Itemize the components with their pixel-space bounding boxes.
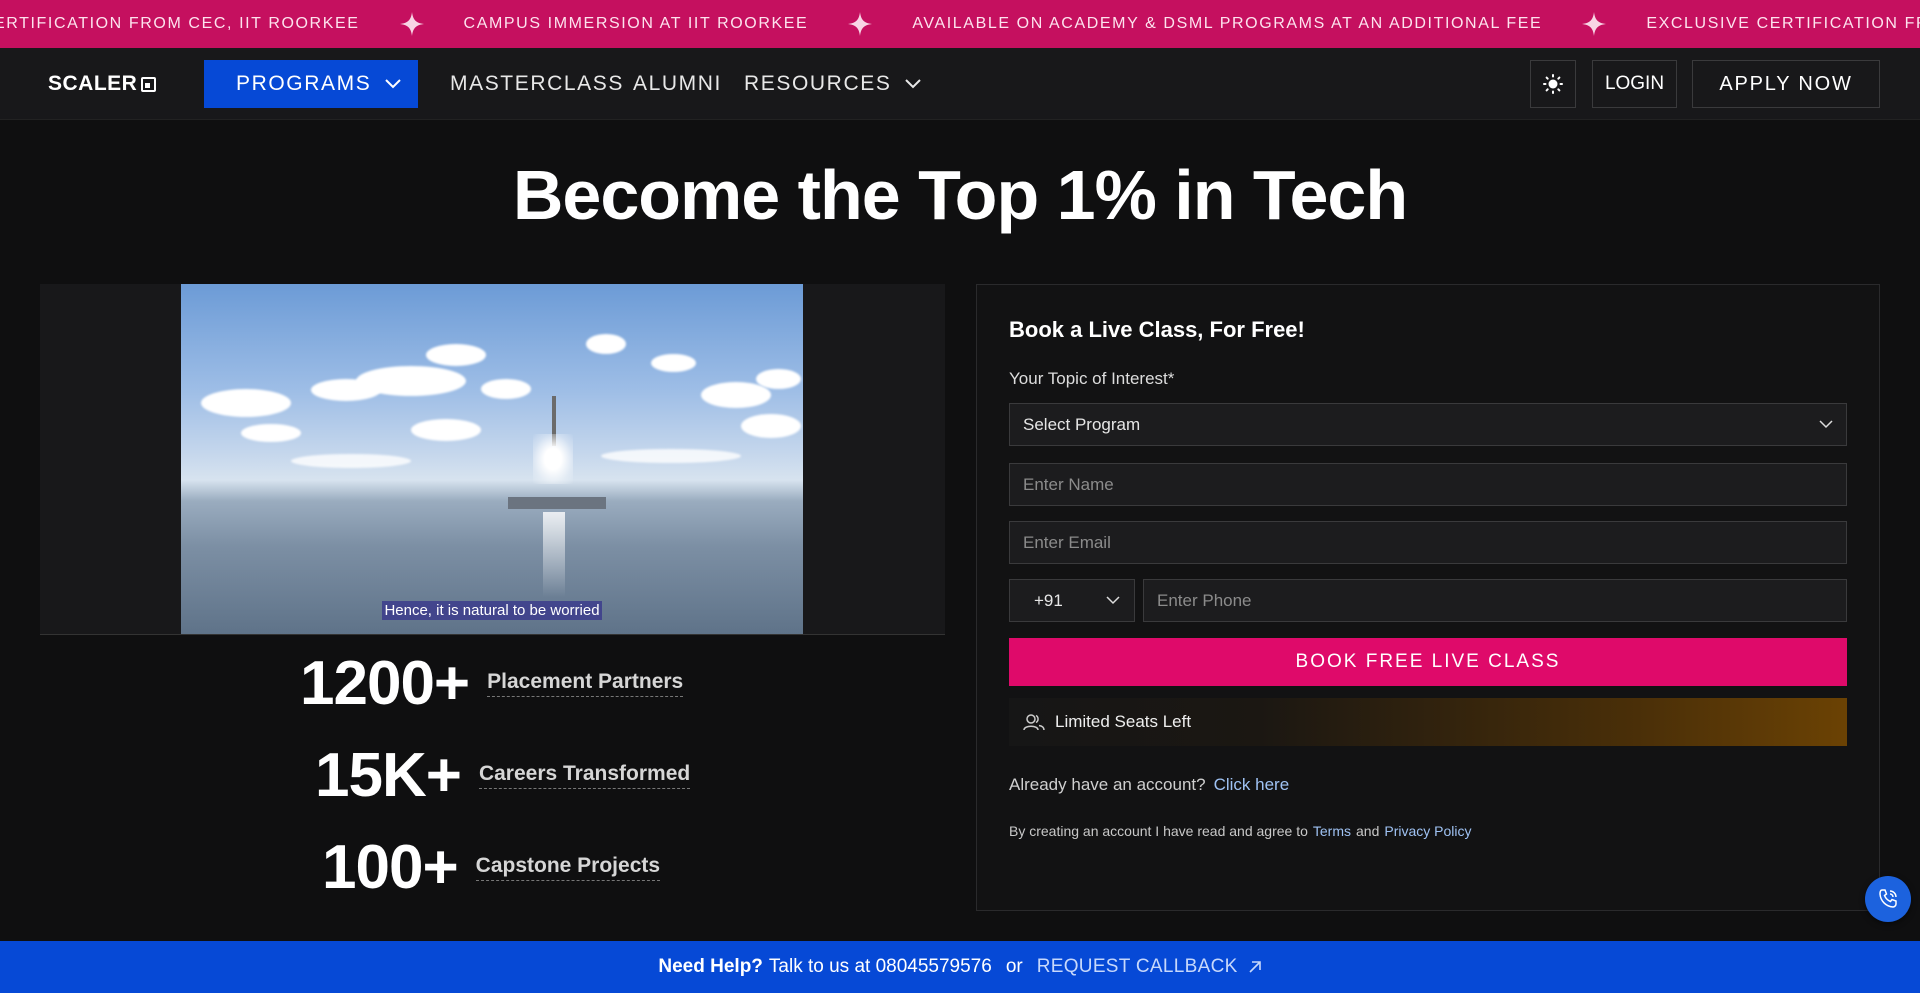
stat-placement-partners: 1200+ Placement Partners: [300, 648, 684, 719]
ticker-track: ERTIFICATION FROM CEC, IIT ROORKEE CAMPU…: [0, 0, 1920, 48]
logo-text: SCALER: [48, 72, 138, 95]
nav-link-alumni[interactable]: ALUMNI: [633, 72, 722, 96]
top-navbar: SCALER PROGRAMS MASTERCLASS ALUMNI RESOU…: [0, 48, 1920, 120]
chevron-down-icon: [1819, 420, 1833, 429]
stat-capstone-projects: 100+ Capstone Projects: [322, 832, 661, 903]
already-text: Already have an account?: [1009, 775, 1206, 794]
help-or: or: [1005, 956, 1023, 977]
cloud: [601, 449, 741, 463]
phone-placeholder: Enter Phone: [1157, 590, 1252, 610]
terms-and: and: [1356, 823, 1380, 839]
video-caption: Hence, it is natural to be worried: [181, 601, 803, 620]
seats-text: Limited Seats Left: [1055, 712, 1192, 731]
email-placeholder: Enter Email: [1023, 532, 1111, 552]
limited-seats-banner: Limited Seats Left: [1009, 698, 1847, 746]
cloud: [481, 379, 531, 399]
book-free-live-class-button[interactable]: BOOK FREE LIVE CLASS: [1009, 638, 1847, 686]
help-bar: Need Help? Talk to us at 08045579576 or …: [0, 941, 1920, 993]
phone-input[interactable]: Enter Phone: [1143, 579, 1847, 622]
ticker-item: ERTIFICATION FROM CEC, IIT ROORKEE: [0, 15, 360, 32]
stat-label[interactable]: Capstone Projects: [475, 854, 661, 881]
terms-notice: By creating an account I have read and a…: [1009, 823, 1472, 839]
cloud: [201, 389, 291, 417]
need-help-label: Need Help?: [658, 956, 763, 977]
cloud: [701, 382, 771, 408]
stat-value: 100+: [322, 833, 459, 902]
login-prompt: Already have an account? Click here: [1009, 775, 1289, 795]
form-title: Book a Live Class, For Free!: [1009, 317, 1305, 342]
stat-value: 1200+: [300, 649, 470, 718]
cloud: [756, 369, 801, 389]
privacy-policy-link[interactable]: Privacy Policy: [1384, 823, 1471, 839]
rocket-exhaust: [533, 434, 573, 484]
stat-label[interactable]: Careers Transformed: [478, 762, 691, 789]
barge-reflection: [543, 512, 565, 597]
book-class-form: Book a Live Class, For Free! Your Topic …: [976, 284, 1880, 911]
cloud: [426, 344, 486, 366]
cloud: [741, 414, 801, 438]
programs-label: PROGRAMS: [236, 72, 372, 95]
country-code-value: +91: [1034, 590, 1063, 610]
users-icon: [1023, 714, 1045, 731]
stat-careers-transformed: 15K+ Careers Transformed: [315, 740, 691, 811]
name-placeholder: Enter Name: [1023, 474, 1114, 494]
stat-value: 15K+: [315, 741, 462, 810]
stat-label[interactable]: Placement Partners: [487, 670, 684, 697]
program-select-value: Select Program: [1023, 414, 1141, 434]
hero-video[interactable]: Hence, it is natural to be worried: [181, 284, 803, 634]
terms-prefix: By creating an account I have read and a…: [1009, 823, 1308, 839]
sun-icon: [1543, 74, 1563, 94]
landing-barge: [508, 497, 606, 509]
sparkle-icon: [848, 12, 873, 36]
nav-link-masterclass[interactable]: MASTERCLASS: [450, 72, 624, 96]
help-phone-text: Talk to us at 08045579576: [768, 956, 992, 977]
topic-label: Your Topic of Interest*: [1009, 369, 1175, 388]
announcement-ticker: ERTIFICATION FROM CEC, IIT ROORKEE CAMPU…: [0, 0, 1920, 48]
call-button[interactable]: [1865, 876, 1911, 922]
cloud: [241, 424, 301, 442]
logo-mark-icon: [141, 76, 157, 92]
sparkle-icon: [399, 12, 424, 36]
name-input[interactable]: Enter Name: [1009, 463, 1847, 506]
login-button[interactable]: LOGIN: [1592, 60, 1677, 108]
hero-title: Become the Top 1% in Tech: [512, 156, 1408, 234]
theme-toggle-button[interactable]: [1530, 60, 1576, 108]
ticker-item: CAMPUS IMMERSION AT IIT ROORKEE: [463, 15, 809, 32]
program-select[interactable]: Select Program: [1009, 403, 1847, 446]
video-panel: Hence, it is natural to be worried: [40, 284, 945, 635]
terms-link[interactable]: Terms: [1313, 823, 1351, 839]
cloud: [291, 454, 411, 468]
callback-label: REQUEST CALLBACK: [1036, 956, 1238, 977]
cloud: [651, 354, 696, 372]
chevron-down-icon: [385, 79, 402, 89]
country-code-select[interactable]: +91: [1009, 579, 1135, 622]
arrow-up-right-icon: [1249, 961, 1261, 973]
email-input[interactable]: Enter Email: [1009, 521, 1847, 564]
cloud: [411, 419, 481, 441]
nav-link-resources[interactable]: RESOURCES: [744, 72, 922, 96]
alumni-label: ALUMNI: [633, 72, 722, 95]
ticker-item: EXCLUSIVE CERTIFICATION FROM CEC, IIT RO…: [1646, 15, 1920, 32]
phone-icon: [1879, 889, 1897, 908]
ticker-item: AVAILABLE ON ACADEMY & DSML PROGRAMS AT …: [912, 15, 1543, 32]
click-here-link[interactable]: Click here: [1214, 775, 1290, 795]
programs-menu-button[interactable]: PROGRAMS: [204, 60, 418, 108]
chevron-down-icon: [905, 79, 922, 89]
cloud: [356, 366, 466, 396]
masterclass-label: MASTERCLASS: [450, 72, 624, 95]
cloud: [586, 334, 626, 354]
caption-text: Hence, it is natural to be worried: [382, 601, 602, 620]
chevron-down-icon: [1106, 596, 1120, 605]
request-callback-link[interactable]: REQUEST CALLBACK: [1037, 956, 1262, 978]
scaler-logo[interactable]: SCALER: [48, 72, 157, 96]
resources-label: RESOURCES: [744, 72, 892, 95]
apply-now-button[interactable]: APPLY NOW: [1692, 60, 1880, 108]
sparkle-icon: [1582, 12, 1607, 36]
